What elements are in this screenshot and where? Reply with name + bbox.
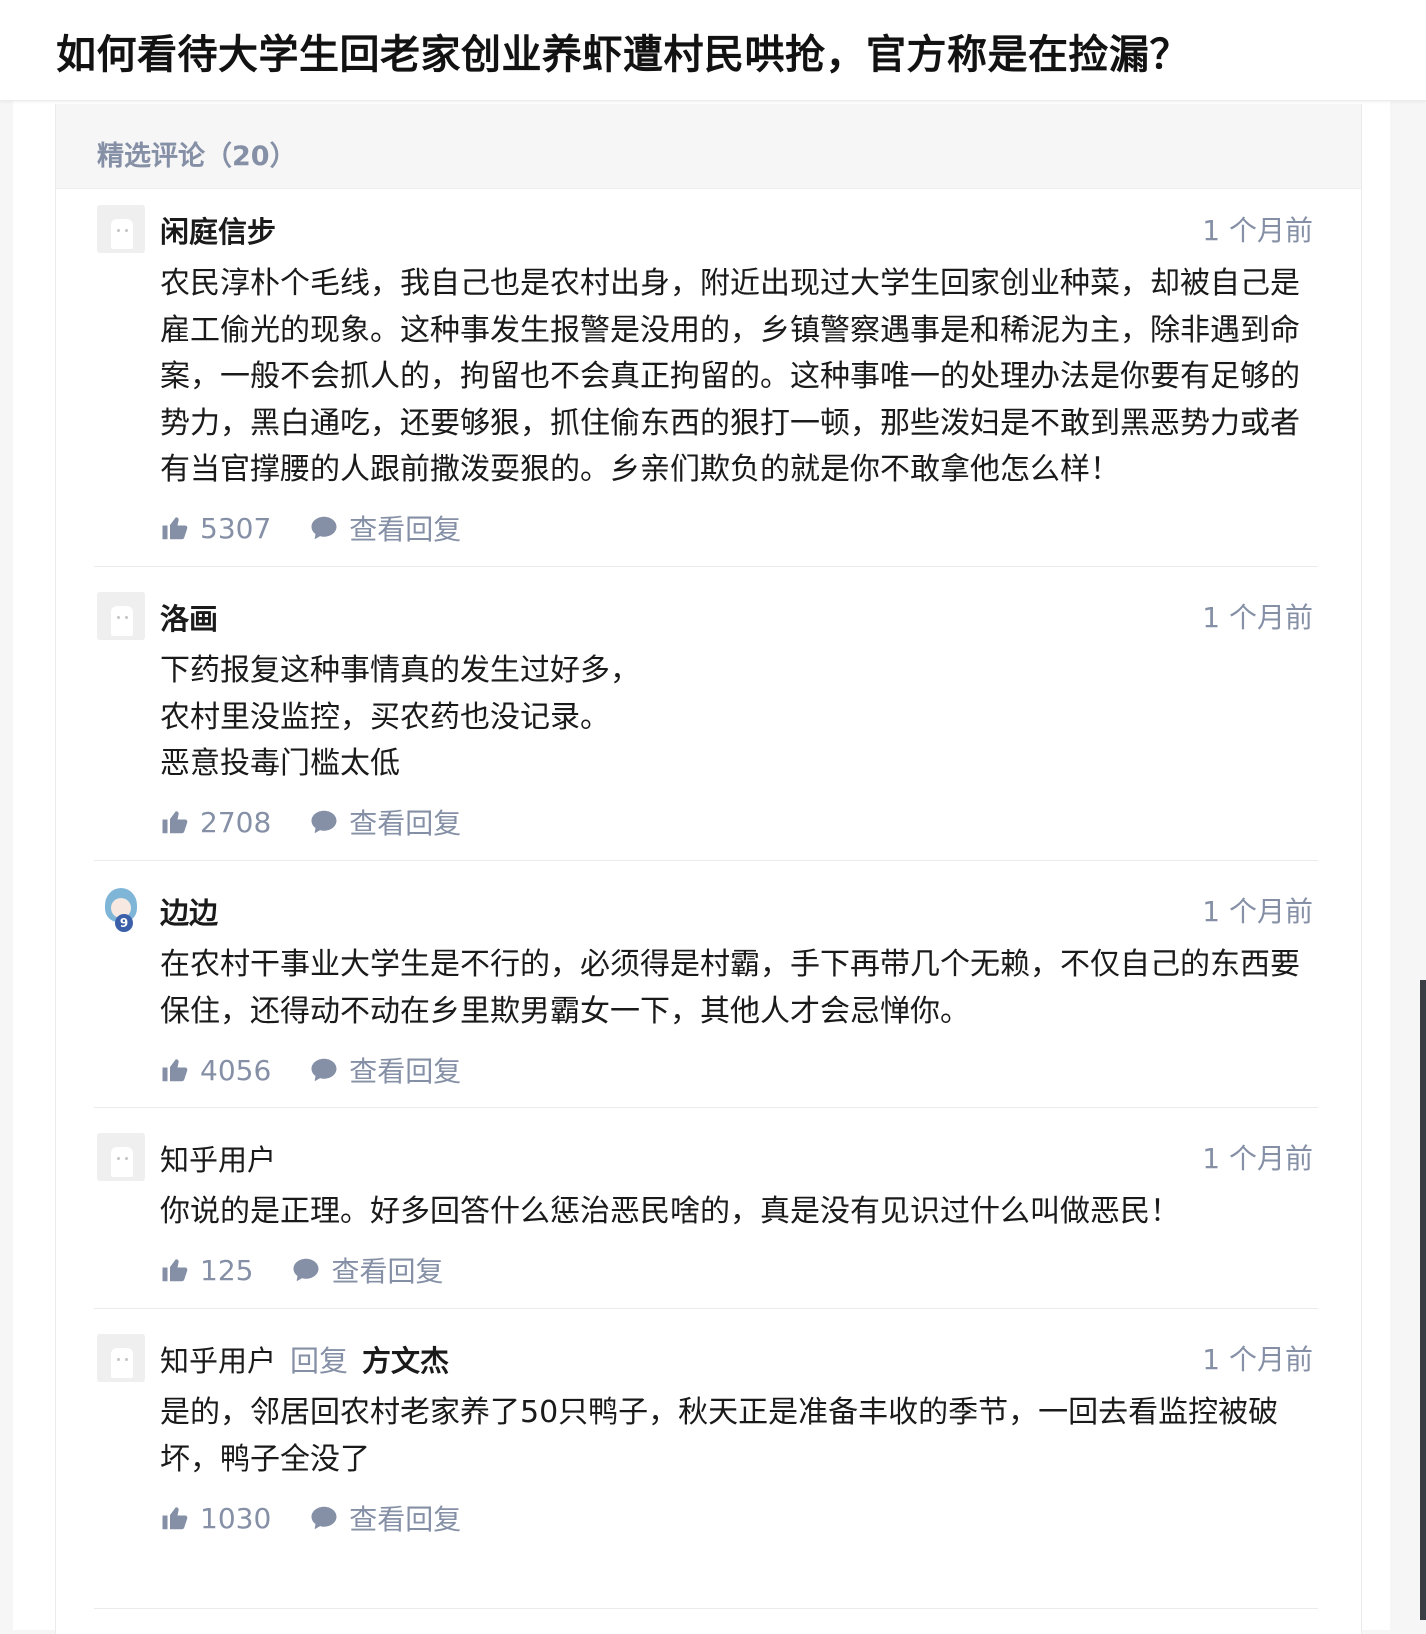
reply-target-author[interactable]: 方文杰 — [362, 1344, 449, 1378]
comment-author[interactable]: 洛画 — [160, 602, 218, 636]
speech-bubble-icon[interactable] — [309, 1503, 339, 1533]
comment-author[interactable]: 边边 — [160, 896, 218, 930]
comment-time: 1 个月前 — [1202, 601, 1313, 634]
comment-author[interactable]: 知乎用户 — [160, 1344, 276, 1378]
like-count[interactable]: 5307 — [200, 512, 271, 545]
comment-body: 下药报复这种事情真的发生过好多， 农村里没监控，买农药也没记录。 恶意投毒门槛太… — [160, 653, 640, 781]
avatar[interactable] — [97, 1334, 145, 1382]
page-title[interactable]: 如何看待大学生回老家创业养虾遭村民哄抢，官方称是在捡漏？ — [56, 22, 1190, 80]
scrollbar[interactable] — [1420, 980, 1426, 1620]
thumbs-up-icon[interactable] — [160, 1255, 190, 1285]
comments-section-title: 精选评论（20） — [97, 141, 297, 172]
comment-actions: 2708 查看回复 — [160, 802, 461, 842]
divider — [94, 1308, 1318, 1309]
thumbs-up-icon[interactable] — [160, 1503, 190, 1533]
like-count[interactable]: 4056 — [200, 1054, 271, 1087]
page-header: 如何看待大学生回老家创业养虾遭村民哄抢，官方称是在捡漏？ — [0, 0, 1426, 101]
comment-time: 1 个月前 — [1202, 214, 1313, 247]
avatar-badge: 9 — [115, 914, 133, 932]
view-replies-link[interactable]: 查看回复 — [349, 1498, 461, 1538]
avatar[interactable] — [97, 1133, 145, 1181]
speech-bubble-icon[interactable] — [309, 513, 339, 543]
comments-card: 精选评论（20） 闲庭信步 1 个月前 农民淳朴个毛线，我自己也是农村出身，附近… — [55, 104, 1362, 1634]
comment-actions: 4056 查看回复 — [160, 1050, 461, 1090]
thumbs-up-icon[interactable] — [160, 807, 190, 837]
speech-bubble-icon[interactable] — [309, 1055, 339, 1085]
comment-time: 1 个月前 — [1202, 895, 1313, 928]
speech-bubble-icon[interactable] — [309, 807, 339, 837]
like-count[interactable]: 125 — [200, 1254, 253, 1287]
thumbs-up-icon[interactable] — [160, 513, 190, 543]
comment-author[interactable]: 知乎用户 — [160, 1143, 276, 1177]
divider — [94, 1608, 1318, 1609]
comment-time: 1 个月前 — [1202, 1142, 1313, 1175]
avatar[interactable] — [97, 592, 145, 640]
view-replies-link[interactable]: 查看回复 — [349, 1050, 461, 1090]
comment-body: 农民淳朴个毛线，我自己也是农村出身，附近出现过大学生回家创业种菜，却被自己是雇工… — [160, 266, 1300, 487]
reply-label: 回复 — [290, 1344, 349, 1378]
view-replies-link[interactable]: 查看回复 — [349, 508, 461, 548]
view-replies-link[interactable]: 查看回复 — [349, 802, 461, 842]
like-count[interactable]: 1030 — [200, 1502, 271, 1535]
divider — [94, 1107, 1318, 1108]
avatar[interactable]: 9 — [97, 886, 145, 934]
view-replies-link[interactable]: 查看回复 — [331, 1250, 443, 1290]
comment-body: 你说的是正理。好多回答什么惩治恶民啥的，真是没有见识过什么叫做恶民！ — [160, 1194, 1180, 1229]
comment-actions: 125 查看回复 — [160, 1250, 443, 1290]
comment-author[interactable]: 闲庭信步 — [160, 215, 276, 249]
thumbs-up-icon[interactable] — [160, 1055, 190, 1085]
comment-body: 在农村干事业大学生是不行的，必须得是村霸，手下再带几个无赖，不仅自己的东西要保住… — [160, 947, 1300, 1029]
comments-header: 精选评论（20） — [56, 104, 1361, 189]
divider — [94, 566, 1318, 567]
comment-actions: 5307 查看回复 — [160, 508, 461, 548]
speech-bubble-icon[interactable] — [291, 1255, 321, 1285]
avatar[interactable] — [97, 205, 145, 253]
divider — [94, 860, 1318, 861]
comment-time: 1 个月前 — [1202, 1343, 1313, 1376]
comment-body: 是的，邻居回农村老家养了50只鸭子，秋天正是准备丰收的季节，一回去看监控被破坏，… — [160, 1395, 1279, 1477]
like-count[interactable]: 2708 — [200, 806, 271, 839]
comment-actions: 1030 查看回复 — [160, 1498, 461, 1538]
